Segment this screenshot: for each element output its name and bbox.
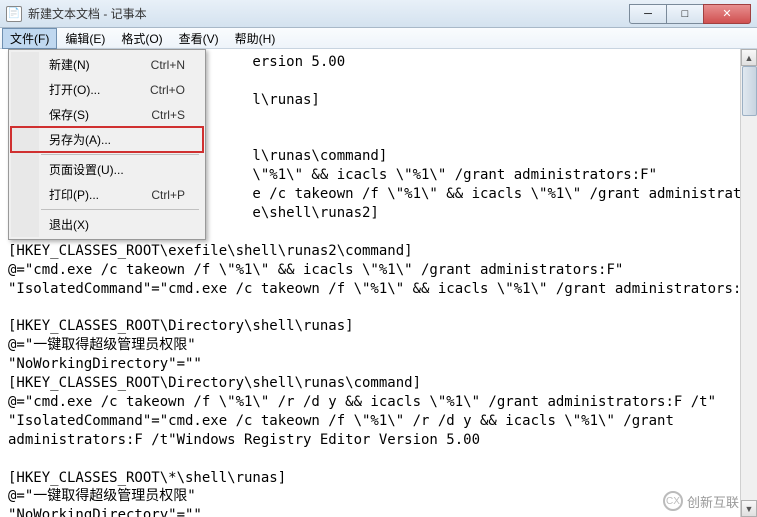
menu-item-save[interactable]: 保存(S) Ctrl+S [11,102,203,127]
watermark-text: 创新互联 [687,492,739,511]
watermark-icon: CX [663,491,683,511]
scroll-up-arrow[interactable]: ▲ [741,49,757,66]
watermark: CX 创新互联 [663,491,739,511]
menu-format[interactable]: 格式(O) [113,28,170,49]
menu-item-exit[interactable]: 退出(X) [11,212,203,237]
menu-item-label: 打印(P)... [49,186,99,203]
window-controls: ─ □ ✕ [630,4,751,24]
menubar: 文件(F) 编辑(E) 格式(O) 查看(V) 帮助(H) [0,28,757,49]
menu-item-open[interactable]: 打开(O)... Ctrl+O [11,77,203,102]
menu-item-shortcut: Ctrl+P [151,188,185,202]
menu-edit[interactable]: 编辑(E) [57,28,113,49]
menu-item-new[interactable]: 新建(N) Ctrl+N [11,52,203,77]
menu-view[interactable]: 查看(V) [171,28,227,49]
menu-item-save-as[interactable]: 另存为(A)... [11,127,203,152]
scroll-thumb[interactable] [742,66,757,116]
scroll-down-arrow[interactable]: ▼ [741,500,757,517]
titlebar: 📄 新建文本文档 - 记事本 ─ □ ✕ [0,0,757,28]
menu-item-shortcut: Ctrl+N [151,58,185,72]
file-menu-dropdown: 新建(N) Ctrl+N 打开(O)... Ctrl+O 保存(S) Ctrl+… [8,49,206,240]
menu-help[interactable]: 帮助(H) [227,28,284,49]
close-button[interactable]: ✕ [703,4,751,24]
menu-item-shortcut: Ctrl+O [150,83,185,97]
menu-item-label: 页面设置(U)... [49,161,124,178]
menu-separator [41,154,199,155]
menu-separator [41,209,199,210]
maximize-button[interactable]: □ [666,4,704,24]
menu-item-label: 打开(O)... [49,81,100,98]
menu-item-print[interactable]: 打印(P)... Ctrl+P [11,182,203,207]
vertical-scrollbar[interactable]: ▲ ▼ [740,49,757,517]
menu-item-shortcut: Ctrl+S [151,108,185,122]
window-title: 新建文本文档 - 记事本 [28,5,630,22]
menu-item-label: 新建(N) [49,56,90,73]
menu-item-label: 退出(X) [49,216,89,233]
menu-file[interactable]: 文件(F) [2,28,57,49]
menu-item-label: 保存(S) [49,106,89,123]
menu-item-label: 另存为(A)... [49,131,111,148]
minimize-button[interactable]: ─ [629,4,667,24]
app-icon: 📄 [6,6,22,22]
menu-item-page-setup[interactable]: 页面设置(U)... [11,157,203,182]
